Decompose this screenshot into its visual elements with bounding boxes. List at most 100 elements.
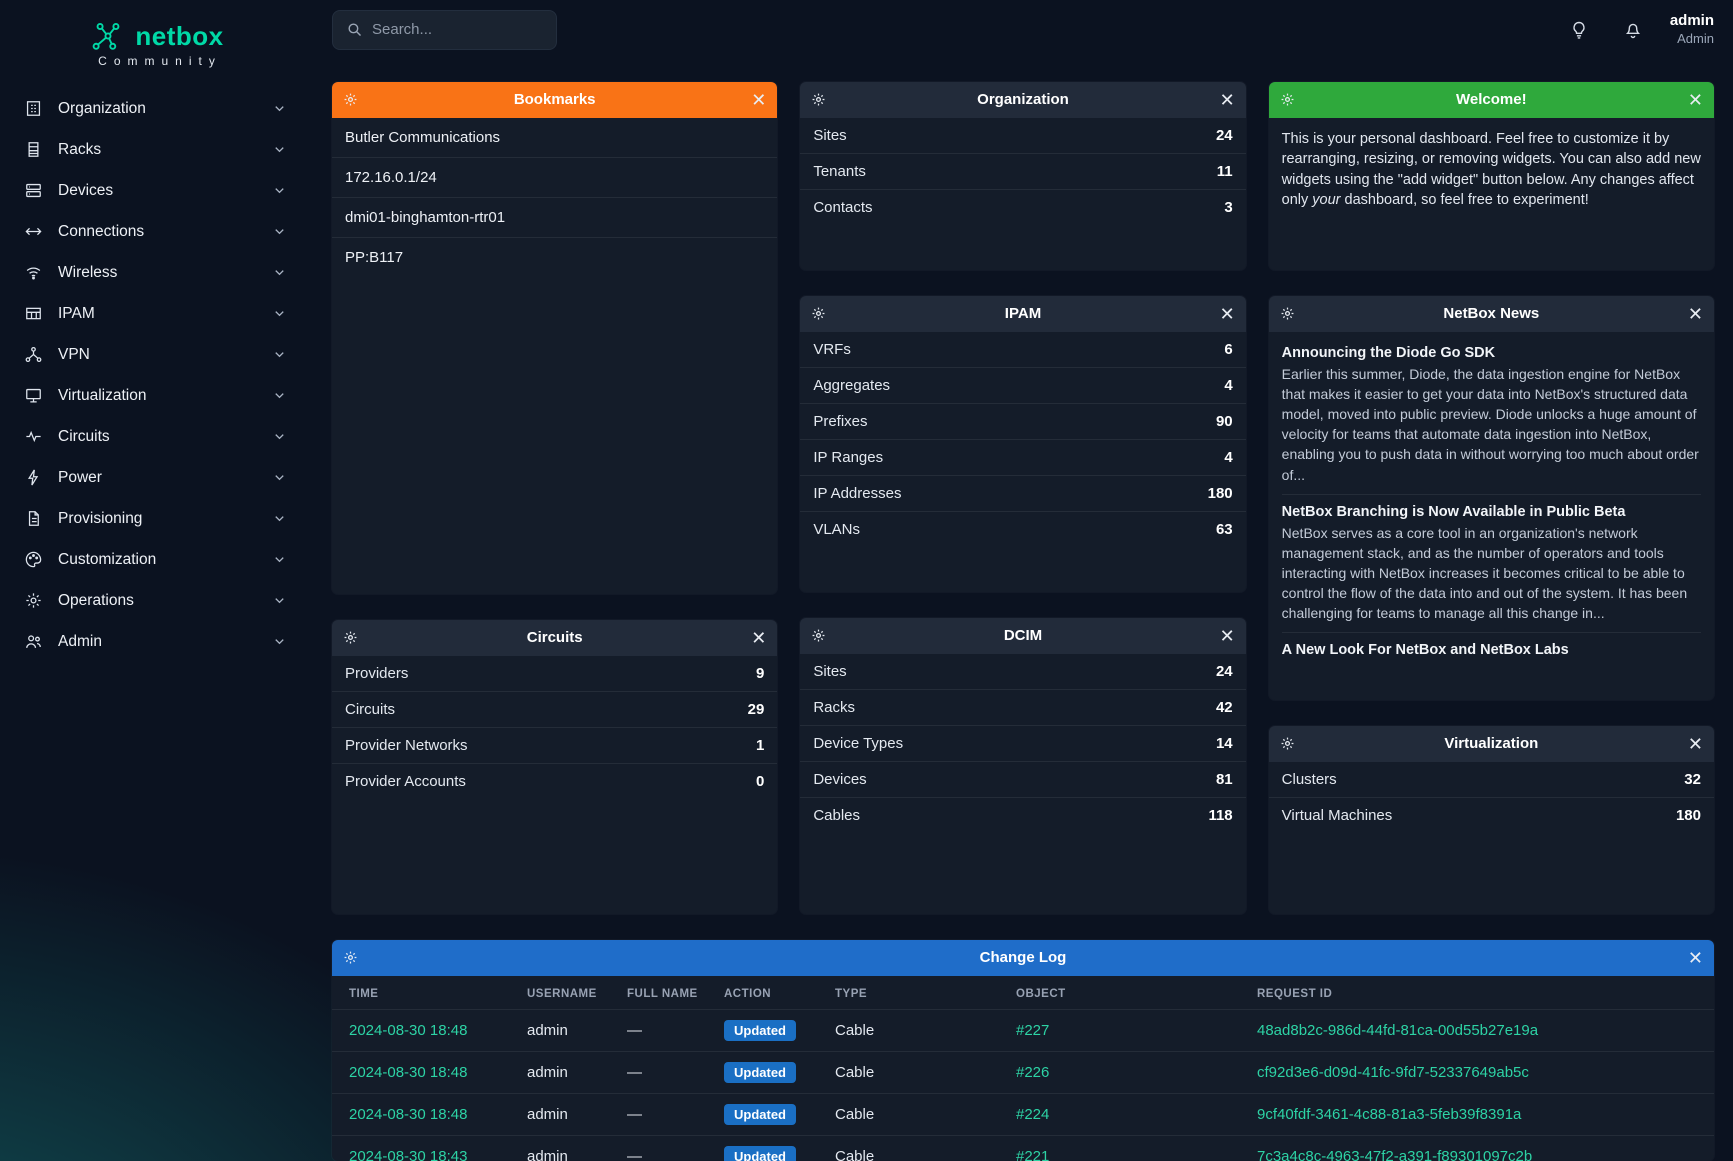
widget-config-icon[interactable] (811, 92, 826, 107)
widget-close-icon[interactable]: ✕ (751, 629, 766, 647)
time-link[interactable]: 2024-08-30 18:48 (349, 1022, 467, 1039)
chevron-down-icon (272, 183, 287, 198)
widget-close-icon[interactable]: ✕ (1220, 627, 1235, 645)
news-item-title[interactable]: A New Look For NetBox and NetBox Labs (1282, 642, 1701, 658)
sidebar-item-devices[interactable]: Devices (0, 170, 313, 211)
widget-config-icon[interactable] (1280, 92, 1295, 107)
sidebar-item-provisioning[interactable]: Provisioning (0, 498, 313, 539)
news-item-title[interactable]: NetBox Branching is Now Available in Pub… (1282, 504, 1701, 520)
stat-row[interactable]: Virtual Machines180 (1269, 797, 1714, 833)
stat-row[interactable]: IP Addresses180 (800, 475, 1245, 511)
news-item: Announcing the Diode Go SDK Earlier this… (1282, 336, 1701, 494)
stat-value: 63 (1216, 521, 1233, 538)
fullname-cell: — (619, 1135, 716, 1161)
sidebar-item-label: Provisioning (58, 510, 142, 528)
stat-row[interactable]: Tenants11 (800, 153, 1245, 189)
sidebar-item-virtualization[interactable]: Virtualization (0, 375, 313, 416)
widget-organization: Organization ✕ Sites24 Tenants11 Contact… (800, 82, 1245, 270)
widget-close-icon[interactable]: ✕ (1220, 91, 1235, 109)
object-link[interactable]: #224 (1016, 1106, 1049, 1123)
stat-row[interactable]: Devices81 (800, 761, 1245, 797)
user-menu[interactable]: admin Admin (1670, 12, 1714, 47)
stat-row[interactable]: Device Types14 (800, 725, 1245, 761)
widget-config-icon[interactable] (1280, 306, 1295, 321)
news-item-title[interactable]: Announcing the Diode Go SDK (1282, 345, 1701, 361)
search-input[interactable] (372, 21, 543, 38)
widget-close-icon[interactable]: ✕ (1220, 305, 1235, 323)
sidebar-nav: Organization Racks Devices Connections W (0, 88, 313, 662)
circuits-icon (24, 427, 43, 446)
search-box[interactable] (332, 10, 557, 50)
object-link[interactable]: #227 (1016, 1022, 1049, 1039)
stat-row[interactable]: VRFs6 (800, 332, 1245, 367)
widget-config-icon[interactable] (343, 92, 358, 107)
stat-row[interactable]: Cables118 (800, 797, 1245, 833)
time-link[interactable]: 2024-08-30 18:48 (349, 1064, 467, 1081)
sidebar-item-circuits[interactable]: Circuits (0, 416, 313, 457)
widget-close-icon[interactable]: ✕ (751, 91, 766, 109)
widget-close-icon[interactable]: ✕ (1688, 305, 1703, 323)
sidebar-item-admin[interactable]: Admin (0, 621, 313, 662)
bookmark-link[interactable]: PP:B117 (332, 237, 777, 277)
stat-row[interactable]: VLANs63 (800, 511, 1245, 547)
object-link[interactable]: #221 (1016, 1148, 1049, 1161)
widget-close-icon[interactable]: ✕ (1688, 735, 1703, 753)
sidebar-item-wireless[interactable]: Wireless (0, 252, 313, 293)
widget-config-icon[interactable] (811, 306, 826, 321)
bookmark-link[interactable]: 172.16.0.1/24 (332, 157, 777, 197)
sidebar-item-label: Organization (58, 100, 146, 118)
sidebar-item-connections[interactable]: Connections (0, 211, 313, 252)
widget-netbox-news: NetBox News ✕ Announcing the Diode Go SD… (1269, 296, 1714, 700)
widget-config-icon[interactable] (811, 628, 826, 643)
bookmark-link[interactable]: dmi01-binghamton-rtr01 (332, 197, 777, 237)
sidebar-item-ipam[interactable]: IPAM (0, 293, 313, 334)
sidebar-item-operations[interactable]: Operations (0, 580, 313, 621)
netbox-logo[interactable]: netbox Community (0, 14, 313, 70)
time-link[interactable]: 2024-08-30 18:43 (349, 1148, 467, 1161)
stat-row[interactable]: Prefixes90 (800, 403, 1245, 439)
user-name: admin (1670, 12, 1714, 31)
theme-toggle-button[interactable] (1562, 13, 1596, 47)
time-link[interactable]: 2024-08-30 18:48 (349, 1106, 467, 1123)
widget-config-icon[interactable] (1280, 736, 1295, 751)
request-id-link[interactable]: cf92d3e6-d09d-41fc-9fd7-52337649ab5c (1257, 1064, 1529, 1081)
notifications-button[interactable] (1616, 13, 1650, 47)
sidebar-item-power[interactable]: Power (0, 457, 313, 498)
widget-close-icon[interactable]: ✕ (1688, 91, 1703, 109)
stat-label: Sites (813, 663, 846, 680)
stat-row[interactable]: Aggregates4 (800, 367, 1245, 403)
widget-config-icon[interactable] (343, 950, 358, 965)
stat-row[interactable]: Providers9 (332, 656, 777, 691)
stat-row[interactable]: Circuits29 (332, 691, 777, 727)
stat-row[interactable]: Clusters32 (1269, 762, 1714, 797)
sidebar-item-vpn[interactable]: VPN (0, 334, 313, 375)
chevron-down-icon (272, 511, 287, 526)
sidebar-item-organization[interactable]: Organization (0, 88, 313, 129)
stat-row[interactable]: Sites24 (800, 118, 1245, 153)
news-item-body: Earlier this summer, Diode, the data ing… (1282, 364, 1701, 485)
stat-row[interactable]: Contacts3 (800, 189, 1245, 225)
action-badge: Updated (724, 1104, 796, 1125)
widget-close-icon[interactable]: ✕ (1688, 949, 1703, 967)
fullname-cell: — (619, 1093, 716, 1135)
stat-row[interactable]: Provider Accounts0 (332, 763, 777, 799)
request-id-link[interactable]: 48ad8b2c-986d-44fd-81ca-00d55b27e19a (1257, 1022, 1538, 1039)
stat-row[interactable]: IP Ranges4 (800, 439, 1245, 475)
request-id-link[interactable]: 9cf40fdf-3461-4c88-81a3-5feb39f8391a (1257, 1106, 1521, 1123)
sidebar-item-customization[interactable]: Customization (0, 539, 313, 580)
stat-label: Device Types (813, 735, 903, 752)
stat-row[interactable]: Provider Networks1 (332, 727, 777, 763)
chevron-down-icon (272, 593, 287, 608)
widget-config-icon[interactable] (343, 630, 358, 645)
request-id-link[interactable]: 7c3a4c8c-4963-47f2-a391-f89301097c2b (1257, 1148, 1532, 1161)
sidebar-item-racks[interactable]: Racks (0, 129, 313, 170)
stat-row[interactable]: Racks42 (800, 689, 1245, 725)
chevron-down-icon (272, 388, 287, 403)
bookmark-link[interactable]: Butler Communications (332, 118, 777, 157)
changelog-row: 2024-08-30 18:48 admin — Updated Cable #… (332, 1009, 1714, 1051)
object-link[interactable]: #226 (1016, 1064, 1049, 1081)
widget-title: Change Log (332, 949, 1714, 966)
stat-row[interactable]: Sites24 (800, 654, 1245, 689)
sidebar-item-label: Wireless (58, 264, 117, 282)
widget-bookmarks: Bookmarks ✕ Butler Communications 172.16… (332, 82, 777, 594)
